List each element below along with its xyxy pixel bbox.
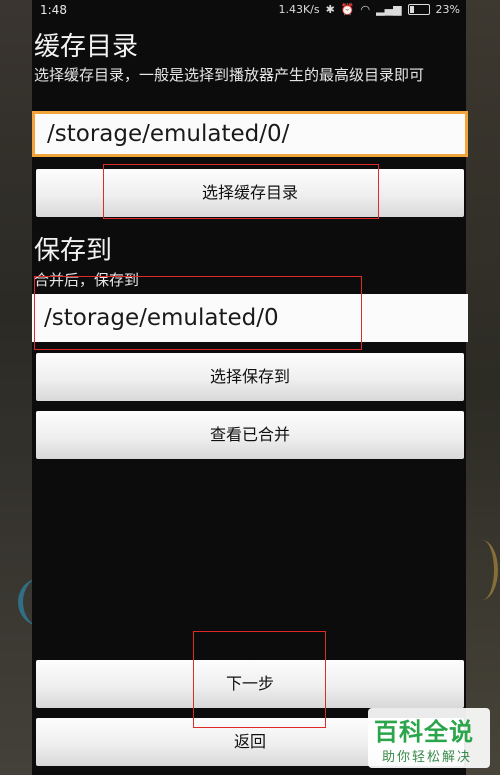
- net-speed: 1.43K/s: [278, 3, 320, 16]
- signal-icon: ▂▄▆: [376, 3, 402, 16]
- battery-percent: 23%: [435, 3, 460, 16]
- battery-icon: [407, 4, 430, 15]
- select-save-to-button[interactable]: 选择保存到: [36, 353, 464, 401]
- status-icons: 1.43K/s ✱ ⏰ ◠ ▂▄▆ 23%: [278, 3, 460, 16]
- save-to-description: 合并后，保存到: [34, 271, 140, 289]
- background-left: [0, 0, 32, 775]
- background-decoration: [466, 540, 498, 600]
- wifi-icon: ◠: [360, 3, 371, 16]
- select-cache-dir-button[interactable]: 选择缓存目录: [36, 169, 464, 217]
- save-to-title: 保存到: [34, 236, 113, 266]
- save-to-input[interactable]: /storage/emulated/0: [32, 294, 468, 342]
- view-merged-button[interactable]: 查看已合并: [36, 411, 464, 459]
- watermark-subtitle: 助你轻松解决: [382, 750, 473, 765]
- status-bar: 1:48 1.43K/s ✱ ⏰ ◠ ▂▄▆ 23%: [32, 0, 466, 22]
- alarm-icon: ⏰: [340, 3, 355, 16]
- bluetooth-icon: ✱: [325, 3, 335, 16]
- cache-dir-input[interactable]: /storage/emulated/0/: [32, 111, 468, 157]
- next-step-button[interactable]: 下一步: [36, 660, 464, 708]
- watermark-title: 百科全说: [374, 718, 474, 746]
- background-right: [466, 0, 500, 775]
- cache-dir-title: 缓存目录: [34, 32, 139, 62]
- cache-dir-description: 选择缓存目录，一般是选择到播放器产生的最高级目录即可: [34, 66, 425, 84]
- watermark-logo: 百科全说 助你轻松解决: [368, 708, 490, 768]
- phone-screen: 1:48 1.43K/s ✱ ⏰ ◠ ▂▄▆ 23% 缓存目录 选择缓存目录，一…: [32, 0, 468, 775]
- status-time: 1:48: [40, 3, 67, 17]
